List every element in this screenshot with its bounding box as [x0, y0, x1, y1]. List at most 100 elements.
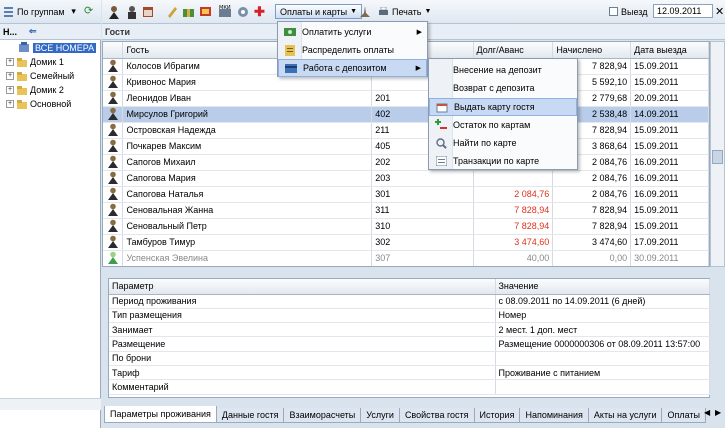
calendar-icon[interactable] [142, 4, 154, 19]
menu-item-distribute-payments[interactable]: Распределить оплаты [278, 41, 427, 59]
medical-cross-icon[interactable]: ✚ [254, 4, 265, 19]
tab-4[interactable]: Свойства гостя [398, 408, 475, 423]
checkout-label: Выезд [621, 6, 648, 17]
tab-2[interactable]: Взаиморасчеты [283, 408, 362, 423]
service-icon[interactable] [237, 4, 250, 19]
table-row[interactable]: Почкарев Максим 405 3 868,64 15.09.2011 [103, 138, 709, 155]
menu-item-deposit-in[interactable]: Внесение на депозит [429, 61, 577, 79]
menu-item-deposit[interactable]: Работа с депозитом ▶ [278, 59, 427, 77]
transactions-icon [429, 156, 453, 166]
guest-name-cell: Леонидов Иван [122, 90, 373, 107]
table-row[interactable]: Успенская Эвелина 307 40,00 0,00 30.09.2011 [103, 250, 709, 266]
refresh-icon[interactable]: ⟳ [83, 6, 95, 18]
tree-item-label: Домик 1 [30, 57, 64, 67]
menu-item-find-by-card[interactable]: Найти по карте [429, 134, 577, 152]
close-icon[interactable]: ✕ [715, 4, 724, 19]
gift-icon[interactable] [182, 4, 195, 19]
menu-item-issue-card[interactable]: Выдать карту гостя [429, 98, 577, 116]
menu-item-label: Оплатить услуги [302, 27, 372, 37]
column-header-value[interactable]: Значение [495, 279, 710, 295]
checkout-date-cell: 16.09.2011 [630, 170, 709, 187]
table-row[interactable]: Сеновальная Жанна 311 7 828,94 7 828,94 15.0… [103, 202, 709, 219]
param-row[interactable]: Тариф Проживание с питанием [109, 365, 710, 381]
mk-icon[interactable]: МКИ [218, 4, 232, 19]
column-header-debt[interactable]: Долг/Аванс [473, 42, 554, 59]
debt-cell: 2 084,76 [473, 186, 554, 203]
card-icon [279, 63, 303, 73]
menu-item-card-balance[interactable]: Остаток по картам [429, 116, 577, 134]
menu-item-card-transactions[interactable]: Транзакции по карте [429, 152, 577, 170]
table-row[interactable]: Сапогова Наталья 301 2 084,76 2 084,76 16.09… [103, 186, 709, 203]
broom-icon[interactable] [359, 4, 371, 19]
table-row[interactable]: Сапогов Михаил 202 2 084,76 16.09.2011 [103, 154, 709, 171]
param-row[interactable]: Период проживания с 08.09.2011 по 14.09.2… [109, 294, 710, 309]
tab-3[interactable]: Услуги [360, 408, 400, 423]
param-value-cell: с 08.09.2011 по 14.09.2011 (6 дней) [495, 294, 710, 309]
param-row[interactable]: Размещение Размещение 0000000306 от 08.09… [109, 336, 710, 352]
checkout-date-cell: 16.09.2011 [630, 154, 709, 171]
table-row[interactable]: Сеновальный Петр 310 7 828,94 7 828,94 15.09… [103, 218, 709, 235]
checkout-date-cell: 20.09.2011 [630, 90, 709, 107]
groups-header: Н... ⇐ [0, 24, 101, 40]
tab-scroll-left-icon[interactable]: ◀ [704, 408, 710, 417]
chevron-down-icon[interactable]: ▾ [68, 6, 80, 18]
param-row[interactable]: Занимает 2 мест. 1 доп. мест [109, 322, 710, 338]
expand-icon[interactable]: + [6, 100, 14, 108]
param-row[interactable]: По брони [109, 351, 710, 366]
tab-6[interactable]: Напоминания [519, 408, 589, 423]
groups-hscrollbar[interactable] [0, 398, 101, 410]
expand-icon[interactable]: + [6, 72, 14, 80]
tree-item-group[interactable]: + Основной [0, 97, 101, 111]
group-by-button[interactable]: По группам [17, 7, 65, 17]
menu-item-label: Распределить оплаты [302, 45, 394, 55]
groups-toolbar: По группам ▾ ⟳ [0, 0, 101, 24]
column-header-charged[interactable]: Начислено [552, 42, 632, 59]
guest-name-cell: Сеновальный Петр [122, 218, 373, 235]
param-value-cell: Проживание с питанием [495, 365, 710, 381]
rooms-icon [18, 41, 30, 55]
expand-icon[interactable]: + [6, 86, 14, 94]
edit-icon[interactable] [166, 4, 178, 19]
grid-header-icon[interactable] [103, 42, 124, 59]
table-row[interactable]: Островская Надежда 211 7 828,94 15.09.2011 [103, 122, 709, 139]
table-row[interactable]: Леонидов Иван 201 2 779,68 20.09.2011 [103, 90, 709, 107]
tree-item-group[interactable]: + Домик 1 [0, 55, 101, 69]
tab-1[interactable]: Данные гостя [215, 408, 285, 423]
checkout-filter[interactable]: Выезд [609, 4, 647, 19]
column-header-param[interactable]: Параметр [109, 279, 496, 295]
payments-menu[interactable]: Оплаты и карты ▼ [275, 4, 363, 19]
menu-item-deposit-return[interactable]: Возврат с депозита [429, 79, 577, 97]
guest-status-icon [103, 58, 124, 75]
tab-0[interactable]: Параметры проживания [104, 406, 217, 423]
table-row[interactable]: Сапогова Мария 203 2 084,76 16.09.2011 [103, 170, 709, 187]
table-row[interactable]: Тамбуров Тимур 302 3 474,60 3 474,60 17.09.2… [103, 234, 709, 251]
checkout-checkbox[interactable] [609, 7, 618, 16]
date-field[interactable]: 12.09.2011 [653, 4, 713, 18]
chevron-down-icon: ▼ [350, 8, 358, 15]
param-row[interactable]: Комментарий [109, 379, 710, 395]
expand-icon[interactable]: + [6, 58, 14, 66]
checkout-date-cell: 14.09.2011 [630, 106, 709, 123]
guest-icon[interactable] [107, 4, 121, 19]
payments-dropdown: Оплатить услуги ▶ Распределить оплаты Ра… [277, 21, 428, 77]
folder-icon [17, 99, 27, 109]
table-row[interactable]: Мирсулов Григорий 402 2 538,48 14.09.2011 [103, 106, 709, 123]
tree-item-all[interactable]: ВСЕ НОМЕРА [0, 41, 101, 55]
tab-5[interactable]: История [473, 408, 521, 423]
grid-vscrollbar[interactable] [710, 41, 725, 267]
tab-8[interactable]: Оплаты [661, 408, 707, 423]
menu-item-pay-services[interactable]: Оплатить услуги ▶ [278, 23, 427, 41]
scrollbar-thumb[interactable] [712, 150, 723, 164]
table-row[interactable]: Фаина Рожкова236 294,286 294,2821.09.201… [103, 266, 709, 267]
tree-item-group[interactable]: + Семейный [0, 69, 101, 83]
param-row[interactable]: Тип размещения Номер [109, 308, 710, 324]
column-header-checkout-date[interactable]: Дата выезда [630, 42, 709, 59]
tab-7[interactable]: Акты на услуги [587, 408, 663, 423]
tree-item-group[interactable]: + Домик 2 [0, 83, 101, 97]
print-menu[interactable]: Печать ▼ [374, 4, 435, 19]
tab-scroll-right-icon[interactable]: ▶ [715, 408, 721, 417]
tools-icon[interactable] [199, 4, 212, 19]
back-arrow-icon[interactable]: ⇐ [29, 26, 37, 37]
person-icon[interactable] [126, 4, 138, 19]
guest-name-cell: Сеновальная Жанна [122, 202, 373, 219]
